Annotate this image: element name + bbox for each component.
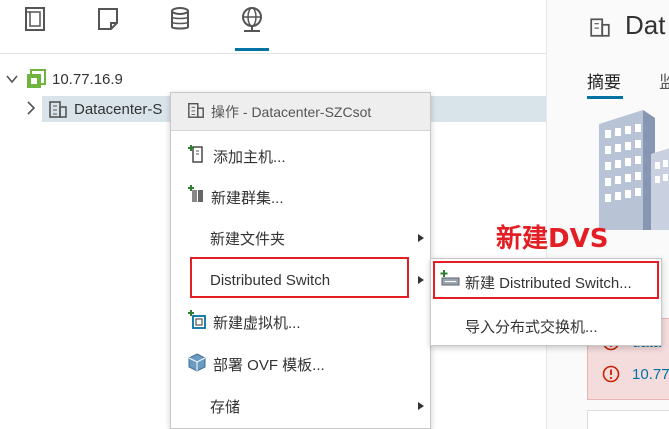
- menu-header: 操作 - Datacenter-SZCsot: [171, 93, 430, 131]
- tab-vms-templates[interactable]: [91, 6, 125, 46]
- highlight-distributed-switch: [190, 257, 409, 298]
- tab-summary[interactable]: 摘要: [587, 68, 621, 93]
- navigator-tabs: [0, 0, 546, 54]
- submenu-item-label: 导入分布式交换机...: [465, 318, 598, 336]
- menu-item-label: 新建虚拟机...: [213, 314, 301, 332]
- vcenter-icon: [26, 69, 48, 89]
- tab-hosts-clusters[interactable]: [18, 6, 52, 46]
- datacenter-title-icon: [589, 16, 611, 43]
- chevron-right-icon[interactable]: [26, 101, 36, 120]
- tab-summary-underline: [587, 96, 623, 99]
- detail-title: Dat: [625, 10, 666, 40]
- alert-link[interactable]: 10.77: [632, 366, 669, 383]
- menu-item-deploy-ovf[interactable]: 部署 OVF 模板...: [171, 344, 430, 384]
- datacenter-illustration: [599, 110, 669, 235]
- menu-item-add-host[interactable]: 添加主机...: [171, 136, 430, 176]
- storage-icon: [171, 7, 189, 30]
- submenu-item-import-dvs[interactable]: 导入分布式交换机...: [431, 305, 661, 347]
- new-cluster-icon: [187, 185, 211, 209]
- menu-item-label: 存储: [210, 398, 241, 416]
- submenu-arrow-icon: [418, 402, 424, 410]
- deploy-ovf-icon: [187, 352, 213, 376]
- submenu-arrow-icon: [418, 234, 424, 242]
- tab-storage[interactable]: [163, 6, 197, 46]
- menu-item-label: 新建群集...: [211, 189, 284, 207]
- chevron-down-icon[interactable]: [6, 71, 20, 88]
- networking-icon: [242, 7, 262, 32]
- card-edge: [587, 410, 669, 429]
- vms-templates-icon: [98, 8, 118, 30]
- datacenter-icon: [48, 99, 70, 119]
- highlight-new-dvs: [433, 261, 659, 299]
- menu-item-storage[interactable]: 存储: [171, 386, 430, 426]
- error-icon: [602, 365, 620, 383]
- add-host-icon: [187, 144, 213, 168]
- menu-item-new-folder[interactable]: 新建文件夹: [171, 218, 430, 258]
- hosts-clusters-icon: [25, 7, 45, 31]
- annotation-label: 新建DVS: [496, 224, 609, 254]
- alert-row: 10.77: [602, 365, 669, 383]
- tree-row-vcenter[interactable]: 10.77.16.9: [0, 66, 546, 92]
- menu-header-label: 操作 - Datacenter-SZCsot: [211, 103, 372, 120]
- menu-item-label: 部署 OVF 模板...: [213, 356, 325, 374]
- datacenter-icon: [187, 101, 209, 122]
- menu-item-new-vm[interactable]: 新建虚拟机...: [171, 302, 430, 342]
- vcenter-label: 10.77.16.9: [52, 70, 123, 88]
- tab-monitor[interactable]: 监: [659, 68, 669, 93]
- detail-panel: Dat 摘要 监 data: [546, 0, 669, 429]
- datacenter-label: Datacenter-S: [74, 100, 163, 118]
- new-vm-icon: [187, 310, 213, 334]
- menu-item-label: 新建文件夹: [210, 230, 286, 248]
- submenu-arrow-icon: [418, 276, 424, 284]
- menu-item-label: 添加主机...: [213, 148, 286, 166]
- tab-networking[interactable]: [235, 6, 269, 51]
- menu-item-new-cluster[interactable]: 新建群集...: [171, 177, 430, 217]
